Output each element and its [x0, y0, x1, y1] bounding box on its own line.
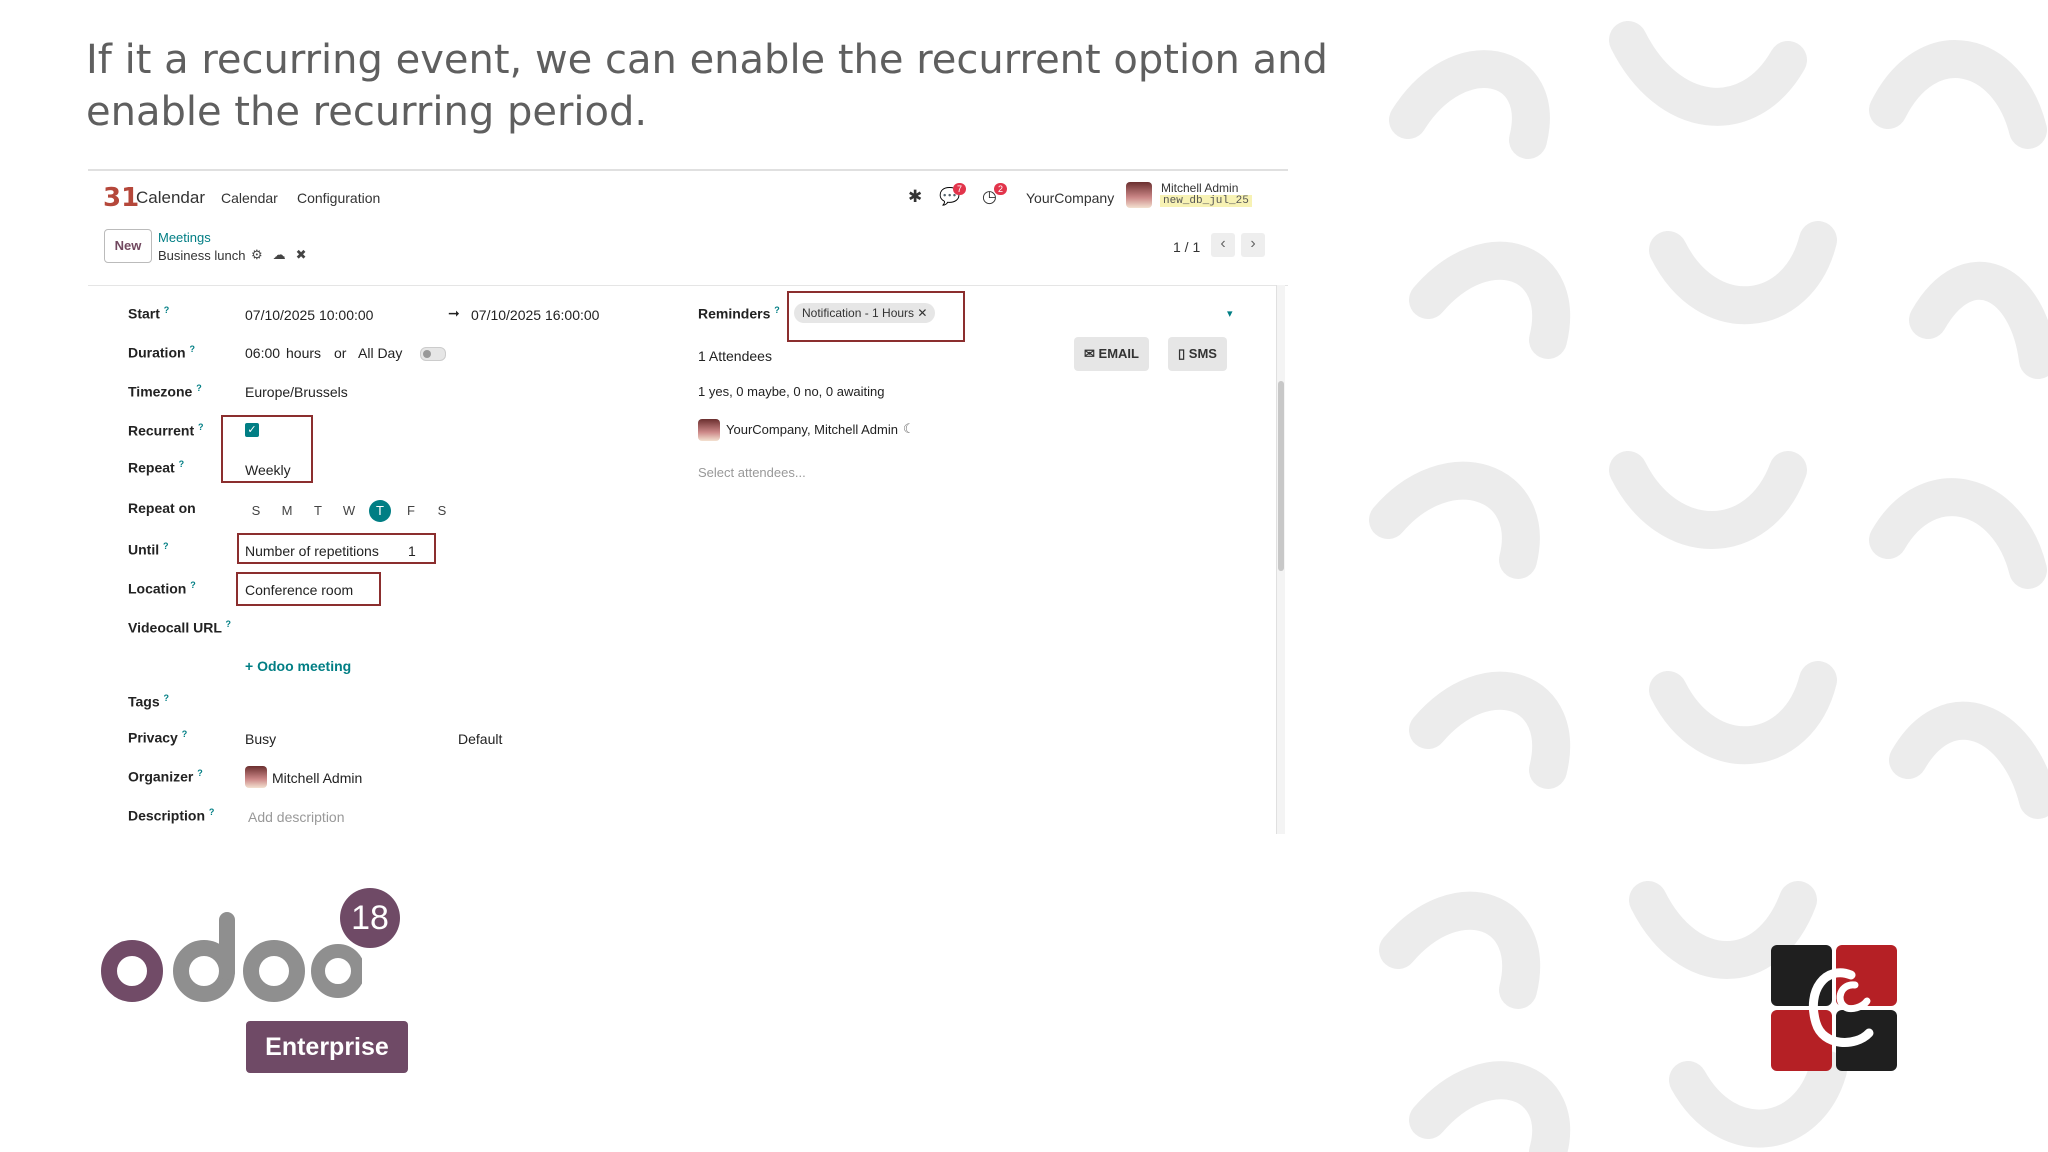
reminders-dropdown-icon[interactable]: ▾ — [1227, 307, 1233, 320]
form-scrollbar[interactable] — [1276, 285, 1285, 834]
slide-title: If it a recurring event, we can enable t… — [86, 34, 1336, 138]
email-button[interactable]: ✉ EMAIL — [1074, 337, 1149, 371]
allday-label: All Day — [358, 345, 403, 361]
timezone-label: Timezone ? — [128, 383, 202, 400]
day-sunday[interactable]: S — [245, 500, 267, 522]
company-corner-logo — [1771, 945, 1897, 1071]
breadcrumb-meetings[interactable]: Meetings — [158, 230, 211, 245]
until-label: Until ? — [128, 541, 169, 558]
attendee-avatar — [698, 419, 720, 441]
menu-calendar[interactable]: Calendar — [221, 190, 278, 206]
recurrent-label: Recurrent ? — [128, 422, 204, 439]
reminders-label: Reminders ? — [698, 305, 780, 322]
attendees-count: 1 Attendees — [698, 348, 772, 364]
organizer-avatar — [245, 766, 267, 788]
decorative-pattern — [1368, 0, 2048, 1152]
description-label: Description ? — [128, 807, 215, 824]
pager-previous-icon[interactable]: ‹ — [1211, 233, 1235, 257]
repeat-on-label: Repeat on — [128, 500, 196, 516]
gear-icon[interactable]: ⚙ — [251, 247, 273, 262]
calendar-app-logo[interactable]: 31 — [103, 183, 139, 213]
top-navbar: 31 Calendar Calendar Configuration ✱ 💬 7… — [88, 171, 1288, 225]
user-name[interactable]: Mitchell Admin — [1161, 181, 1238, 195]
start-datetime-input[interactable]: 07/10/2025 10:00:00 — [245, 307, 373, 323]
start-label: Start ? — [128, 305, 170, 322]
attendee-name[interactable]: YourCompany, Mitchell Admin — [726, 422, 898, 437]
user-avatar[interactable] — [1126, 182, 1152, 208]
activities-badge: 2 — [994, 183, 1008, 195]
scrollbar-thumb[interactable] — [1278, 381, 1284, 571]
organizer-label: Organizer ? — [128, 768, 203, 785]
enterprise-badge: Enterprise — [246, 1021, 408, 1073]
day-monday[interactable]: M — [276, 500, 298, 522]
videocall-label: Videocall URL ? — [128, 619, 232, 636]
envelope-icon: ✉ — [1084, 346, 1095, 361]
arrow-right-icon: ➞ — [448, 305, 460, 321]
tags-label: Tags ? — [128, 693, 170, 710]
duration-label: Duration ? — [128, 344, 195, 361]
database-name: new_db_jul_25 — [1160, 195, 1252, 207]
day-tuesday[interactable]: T — [307, 500, 329, 522]
privacy-label: Privacy ? — [128, 729, 188, 746]
odoo-logo — [101, 912, 362, 1002]
pager-next-icon[interactable]: › — [1241, 233, 1265, 257]
odoo-meeting-link[interactable]: + Odoo meeting — [245, 658, 351, 674]
menu-configuration[interactable]: Configuration — [297, 190, 380, 206]
debug-bug-icon[interactable]: ✱ — [908, 187, 922, 207]
mobile-icon: ▯ — [1178, 346, 1186, 361]
app-name[interactable]: Calendar — [136, 188, 205, 208]
repeat-label: Repeat ? — [128, 459, 185, 476]
allday-toggle[interactable] — [420, 347, 446, 361]
day-wednesday[interactable]: W — [338, 500, 360, 522]
day-thursday[interactable]: T — [369, 500, 391, 522]
privacy-select[interactable]: Default — [458, 731, 502, 747]
day-saturday[interactable]: S — [431, 500, 453, 522]
highlight-reminders-box — [787, 291, 965, 342]
organizer-input[interactable]: Mitchell Admin — [272, 770, 362, 786]
description-input[interactable]: Add description — [248, 809, 345, 825]
highlight-until-box — [237, 533, 436, 564]
end-datetime-input[interactable]: 07/10/2025 16:00:00 — [471, 307, 599, 323]
company-switcher[interactable]: YourCompany — [1026, 190, 1114, 206]
control-panel: New Meetings Business lunch ⚙☁✖ 1 / 1 ‹ … — [88, 225, 1288, 286]
duration-input[interactable]: 06:00 — [245, 345, 280, 361]
discard-close-icon[interactable]: ✖ — [296, 247, 317, 262]
slide-title-line1: If it a recurring event, we can enable t… — [86, 37, 1328, 83]
highlight-recurrent-box — [221, 415, 313, 483]
odoo-screenshot: 31 Calendar Calendar Configuration ✱ 💬 7… — [88, 169, 1288, 834]
record-actions: ⚙☁✖ — [251, 247, 317, 263]
new-button[interactable]: New — [104, 229, 152, 263]
messages-badge: 7 — [953, 183, 967, 195]
sms-button[interactable]: ▯ SMS — [1168, 337, 1227, 371]
location-label: Location ? — [128, 580, 196, 597]
plus-icon: + — [245, 658, 254, 674]
moon-icon: ☾ — [903, 421, 915, 436]
duration-unit: hours — [286, 345, 322, 361]
breadcrumb-current: Business lunch — [158, 248, 246, 263]
show-as-select[interactable]: Busy — [245, 731, 276, 747]
attendance-summary: 1 yes, 0 maybe, 0 no, 0 awaiting — [698, 384, 885, 399]
day-friday[interactable]: F — [400, 500, 422, 522]
pager-value[interactable]: 1 / 1 — [1173, 239, 1200, 255]
slide-title-line2: enable the recurring period. — [86, 89, 648, 135]
version-badge: 18 — [340, 888, 400, 948]
cloud-save-icon[interactable]: ☁ — [273, 247, 296, 262]
or-label: or — [334, 345, 347, 361]
select-attendees-input[interactable]: Select attendees... — [698, 465, 806, 480]
timezone-select[interactable]: Europe/Brussels — [245, 384, 348, 400]
highlight-location-box — [236, 572, 381, 606]
